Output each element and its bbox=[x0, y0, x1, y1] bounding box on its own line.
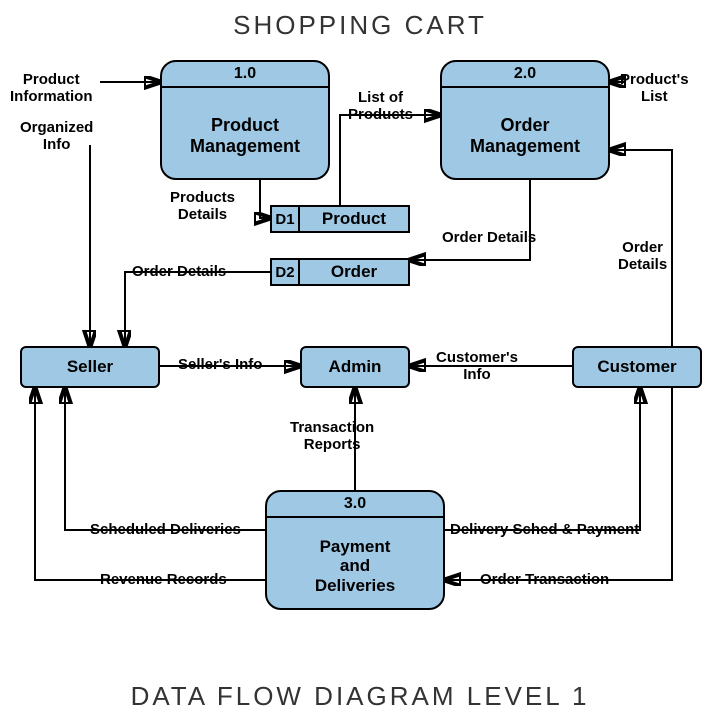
entity-customer: Customer bbox=[572, 346, 702, 388]
process-order-management: 2.0 OrderManagement bbox=[440, 60, 610, 180]
flow-sellers-info: Seller's Info bbox=[178, 357, 262, 374]
process-payment-deliveries: 3.0 PaymentandDeliveries bbox=[265, 490, 445, 610]
process-product-management: 1.0 ProductManagement bbox=[160, 60, 330, 180]
datastore-id: D2 bbox=[272, 260, 300, 284]
flow-scheduled-deliveries: Scheduled Deliveries bbox=[90, 522, 241, 539]
flow-customers-info: Customer'sInfo bbox=[436, 350, 518, 383]
entity-seller: Seller bbox=[20, 346, 160, 388]
flow-products-list: Product'sList bbox=[620, 72, 689, 105]
process-id: 2.0 bbox=[442, 62, 608, 88]
diagram-stage: 1.0 ProductManagement 2.0 OrderManagemen… bbox=[10, 50, 710, 670]
datastore-name: Order bbox=[300, 262, 408, 282]
datastore-name: Product bbox=[300, 209, 408, 229]
process-name: PaymentandDeliveries bbox=[267, 518, 443, 614]
flow-products-details: ProductsDetails bbox=[170, 190, 235, 223]
flow-order-details-cust: OrderDetails bbox=[618, 240, 667, 273]
flow-revenue-records: Revenue Records bbox=[100, 572, 227, 589]
datastore-order: D2 Order bbox=[270, 258, 410, 286]
flow-order-details-ds: Order Details bbox=[132, 264, 226, 281]
flow-order-details-p2: Order Details bbox=[442, 230, 536, 247]
datastore-product: D1 Product bbox=[270, 205, 410, 233]
page-footer: DATA FLOW DIAGRAM LEVEL 1 bbox=[0, 681, 720, 712]
flow-list-of-products: List ofProducts bbox=[348, 90, 413, 123]
process-id: 1.0 bbox=[162, 62, 328, 88]
process-id: 3.0 bbox=[267, 492, 443, 518]
flow-order-transaction: Order Transaction bbox=[480, 572, 609, 589]
flow-organized-info: OrganizedInfo bbox=[20, 120, 93, 153]
datastore-id: D1 bbox=[272, 207, 300, 231]
process-name: OrderManagement bbox=[442, 88, 608, 184]
page-title: SHOPPING CART bbox=[0, 10, 720, 41]
flow-product-information: ProductInformation bbox=[10, 72, 93, 105]
entity-admin: Admin bbox=[300, 346, 410, 388]
flow-transaction-reports: TransactionReports bbox=[290, 420, 374, 453]
flow-delivery-sched: Delivery Sched & Payment bbox=[450, 522, 639, 539]
process-name: ProductManagement bbox=[162, 88, 328, 184]
